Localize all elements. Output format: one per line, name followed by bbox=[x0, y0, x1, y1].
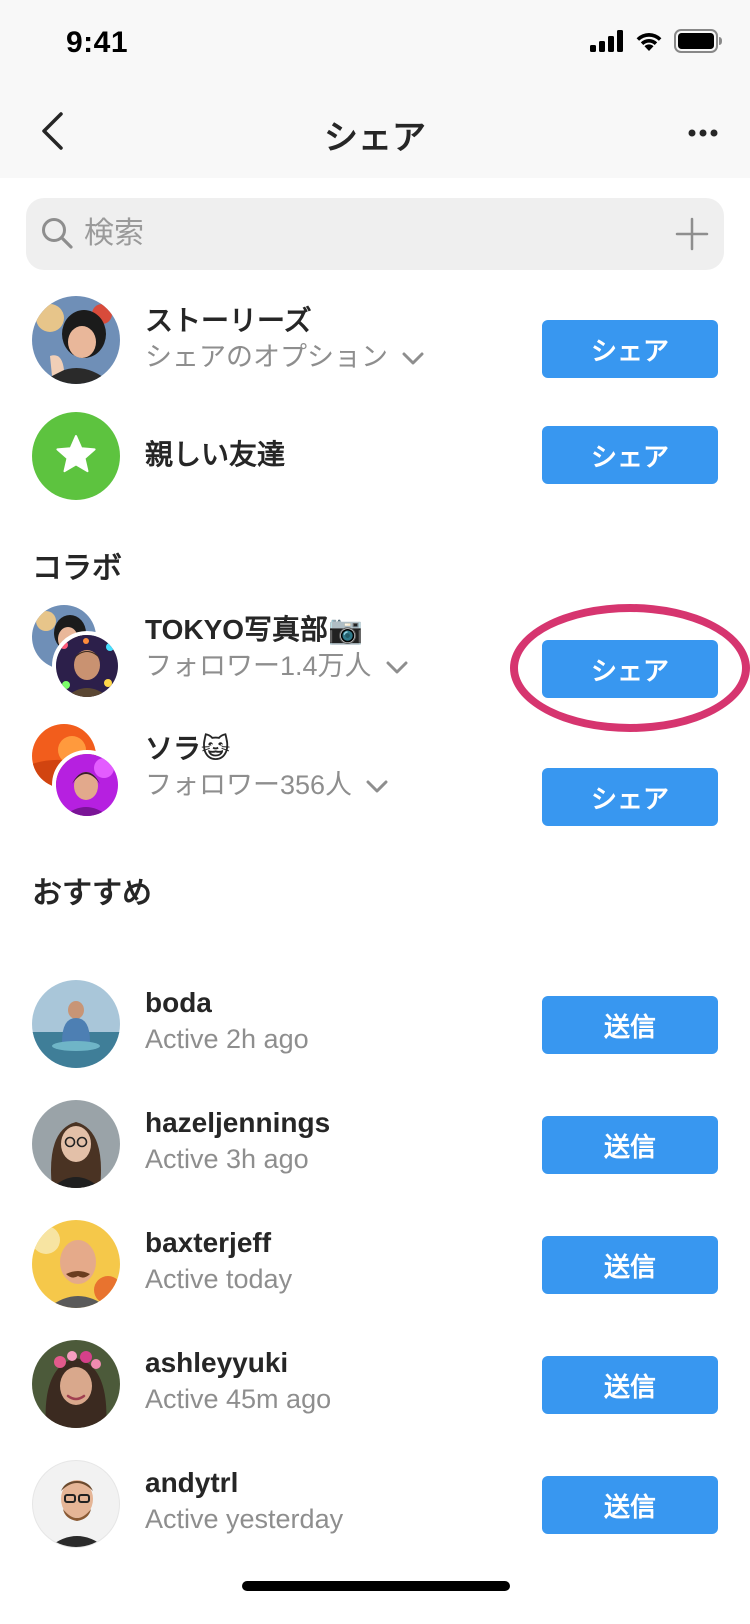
suggested-text: hazeljennings Active 3h ago bbox=[145, 1106, 330, 1176]
active-status: Active 45m ago bbox=[145, 1384, 332, 1414]
wifi-icon bbox=[634, 30, 664, 57]
avatar bbox=[32, 1340, 120, 1428]
username: ashleyyuki bbox=[145, 1347, 289, 1378]
suggested-text: andytrl Active yesterday bbox=[145, 1466, 343, 1536]
share-stories-button[interactable]: シェア bbox=[542, 320, 718, 378]
share-collab-button[interactable]: シェア bbox=[542, 768, 718, 826]
close-friends-label: 親しい友達 bbox=[145, 439, 286, 470]
star-icon bbox=[55, 434, 97, 481]
collab-avatar bbox=[32, 724, 124, 820]
search-icon bbox=[40, 216, 74, 255]
active-status: Active yesterday bbox=[145, 1504, 344, 1534]
suggested-row[interactable]: ashleyyuki Active 45m ago 送信 bbox=[0, 1340, 750, 1440]
status-icons bbox=[590, 28, 722, 58]
suggested-row[interactable]: baxterjeff Active today 送信 bbox=[0, 1220, 750, 1320]
share-close-friends-button[interactable]: シェア bbox=[542, 426, 718, 484]
send-button[interactable]: 送信 bbox=[542, 1236, 718, 1294]
suggested-row[interactable]: boda Active 2h ago 送信 bbox=[0, 980, 750, 1080]
suggested-row[interactable]: hazeljennings Active 3h ago 送信 bbox=[0, 1100, 750, 1200]
collab-name: TOKYO写真部📷 bbox=[145, 614, 363, 645]
username: hazeljennings bbox=[145, 1107, 331, 1138]
collab-followers: フォロワー356人 bbox=[145, 770, 353, 800]
active-status: Active 2h ago bbox=[145, 1024, 309, 1054]
search-input[interactable] bbox=[84, 198, 644, 270]
share-collab-button[interactable]: シェア bbox=[542, 640, 718, 698]
nav-bar: シェア bbox=[0, 88, 750, 178]
send-button[interactable]: 送信 bbox=[542, 996, 718, 1054]
collab-text: ソラ😺 フォロワー356人 bbox=[145, 732, 388, 802]
cellular-signal-icon bbox=[590, 29, 624, 57]
collab-row[interactable]: TOKYO写真部📷 フォロワー1.4万人 シェア bbox=[0, 605, 750, 705]
avatar bbox=[52, 631, 122, 701]
share-options-label: シェアのオプション bbox=[145, 342, 388, 372]
collab-avatar bbox=[32, 605, 124, 701]
avatar bbox=[52, 750, 122, 820]
home-indicator bbox=[242, 1581, 510, 1591]
suggested-text: ashleyyuki Active 45m ago bbox=[145, 1346, 331, 1416]
status-bar: 9:41 bbox=[0, 0, 750, 88]
avatar bbox=[32, 1100, 120, 1188]
collab-section-header: コラボ bbox=[32, 552, 122, 585]
username: boda bbox=[145, 987, 212, 1018]
plus-icon[interactable] bbox=[674, 216, 710, 252]
avatar bbox=[32, 980, 120, 1068]
status-time: 9:41 bbox=[66, 26, 129, 59]
collab-text: TOKYO写真部📷 フォロワー1.4万人 bbox=[145, 613, 408, 683]
avatar bbox=[32, 1460, 120, 1548]
chevron-down-icon bbox=[386, 649, 408, 683]
stories-row[interactable]: ストーリーズ シェアのオプション シェア bbox=[0, 296, 750, 396]
collab-row[interactable]: ソラ😺 フォロワー356人 シェア bbox=[0, 724, 750, 826]
close-friends-avatar bbox=[32, 412, 120, 500]
more-horizontal-icon bbox=[688, 124, 718, 142]
chevron-down-icon bbox=[402, 340, 424, 374]
more-options-button[interactable] bbox=[680, 118, 726, 148]
close-friends-text: 親しい友達 bbox=[145, 438, 285, 472]
collab-followers-dropdown[interactable]: フォロワー356人 bbox=[145, 768, 388, 802]
suggested-section-header: おすすめ bbox=[32, 877, 152, 910]
avatar bbox=[32, 296, 120, 384]
collab-followers: フォロワー1.4万人 bbox=[145, 651, 372, 681]
send-button[interactable]: 送信 bbox=[542, 1116, 718, 1174]
suggested-text: boda Active 2h ago bbox=[145, 986, 309, 1056]
battery-icon bbox=[674, 28, 722, 58]
stories-text: ストーリーズ シェアのオプション bbox=[145, 304, 424, 374]
page-title: シェア bbox=[324, 119, 426, 157]
avatar bbox=[32, 1220, 120, 1308]
suggested-text: baxterjeff Active today bbox=[145, 1226, 292, 1296]
suggested-row[interactable]: andytrl Active yesterday 送信 bbox=[0, 1460, 750, 1560]
share-options-dropdown[interactable]: シェアのオプション bbox=[145, 340, 424, 374]
active-status: Active today bbox=[145, 1264, 293, 1294]
collab-name: ソラ😺 bbox=[145, 733, 231, 764]
chevron-down-icon bbox=[366, 768, 388, 802]
username: andytrl bbox=[145, 1467, 239, 1498]
collab-followers-dropdown[interactable]: フォロワー1.4万人 bbox=[145, 649, 408, 683]
send-button[interactable]: 送信 bbox=[542, 1356, 718, 1414]
stories-label: ストーリーズ bbox=[145, 305, 312, 336]
active-status: Active 3h ago bbox=[145, 1144, 309, 1174]
username: baxterjeff bbox=[145, 1227, 272, 1258]
close-friends-row[interactable]: 親しい友達 シェア bbox=[0, 412, 750, 512]
send-button[interactable]: 送信 bbox=[542, 1476, 718, 1534]
search-bar[interactable] bbox=[26, 198, 724, 270]
